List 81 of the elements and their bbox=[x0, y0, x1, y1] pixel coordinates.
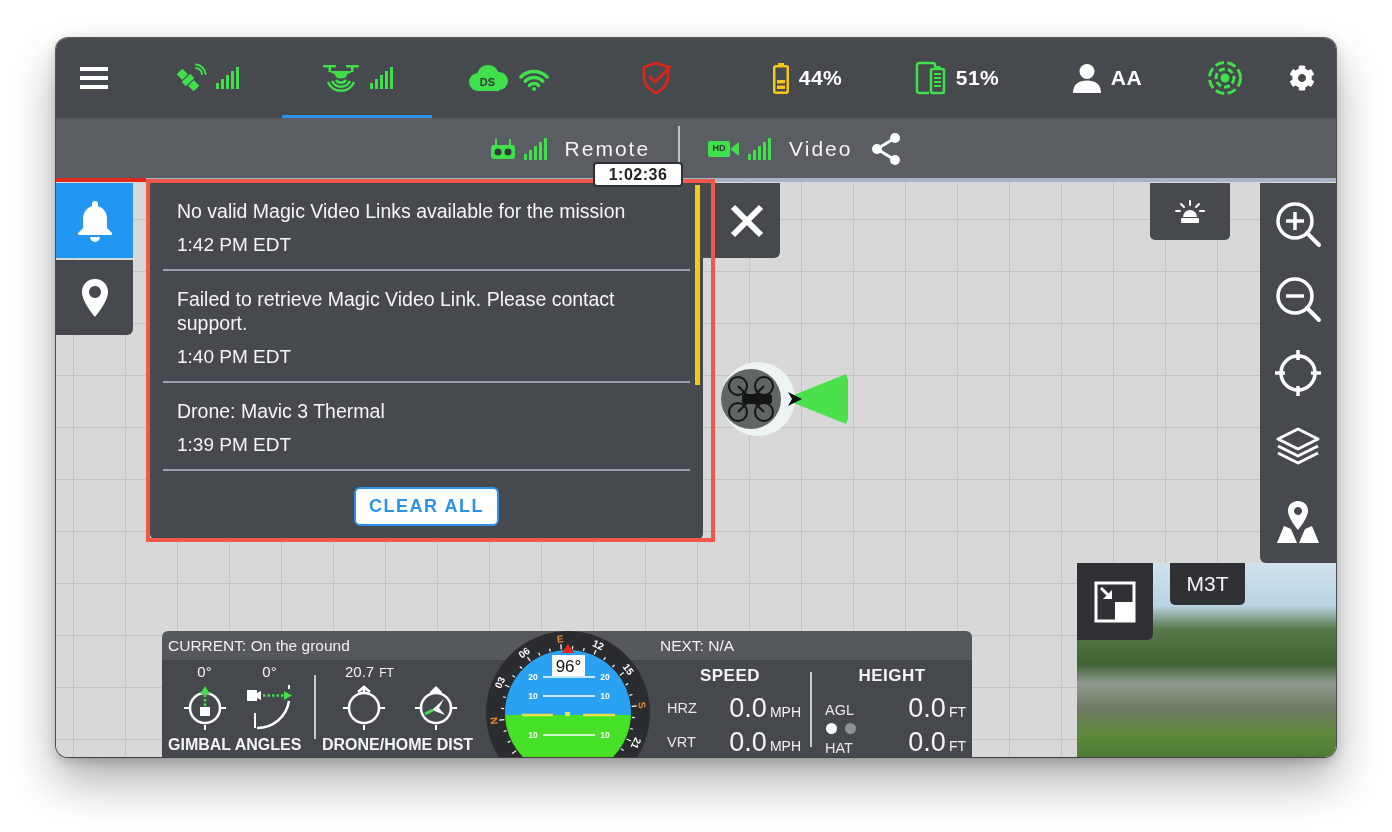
close-button[interactable] bbox=[703, 183, 780, 258]
compass-label: 15 bbox=[620, 661, 636, 677]
compass-label: E bbox=[556, 633, 565, 645]
pitch-label: 20 bbox=[600, 672, 610, 682]
pitch-label: 10 bbox=[600, 730, 610, 740]
map-pin-icon bbox=[79, 276, 110, 319]
compass-label: N bbox=[488, 716, 500, 725]
distance-value: 20.7 bbox=[345, 663, 375, 681]
camera-quality-label: HD bbox=[711, 142, 727, 154]
row-label: VRT bbox=[667, 733, 697, 751]
gimbal-angle-value: 0° bbox=[262, 663, 277, 681]
next-status-text: NEXT: N/A bbox=[660, 636, 735, 655]
notification-time: 1:40 PM EDT bbox=[177, 345, 292, 369]
pitch-label: 20 bbox=[528, 672, 538, 682]
notification-message: No valid Magic Video Links available for the mission bbox=[177, 199, 627, 223]
row-label: HAT bbox=[825, 739, 853, 757]
unit-label: FT bbox=[948, 738, 966, 754]
heading-readout: 96° bbox=[552, 655, 585, 676]
compass-label: 03 bbox=[492, 675, 508, 690]
pitch-dial-icon bbox=[182, 684, 227, 730]
camera-model-label: M3T bbox=[1170, 563, 1245, 605]
unit-label: FT bbox=[948, 704, 966, 720]
pitch-label: 10 bbox=[600, 691, 610, 701]
section-label: DRONE/HOME DIST bbox=[322, 735, 474, 755]
signal-bars-icon bbox=[523, 137, 548, 160]
aircraft-dial-icon bbox=[342, 684, 386, 730]
section-title: HEIGHT bbox=[858, 666, 926, 686]
compass-label: 12 bbox=[591, 637, 606, 653]
menu-icon bbox=[80, 67, 108, 89]
expand-button[interactable] bbox=[1077, 563, 1153, 640]
pitch-label: 10 bbox=[528, 730, 538, 740]
share-button[interactable] bbox=[870, 131, 903, 166]
status-tab[interactable]: 44% bbox=[732, 38, 882, 118]
notification-time: 1:42 PM EDT bbox=[177, 233, 292, 257]
row-label: AGL bbox=[825, 701, 854, 719]
status-tab[interactable]: 51% bbox=[882, 38, 1032, 118]
height-mode-dot[interactable] bbox=[845, 723, 856, 734]
user-silhouette-icon bbox=[1071, 63, 1102, 93]
status-tab[interactable]: DS bbox=[432, 38, 582, 118]
height-value: 0.0 bbox=[908, 693, 946, 723]
link-label: Remote bbox=[564, 136, 651, 161]
height-value: 0.0 bbox=[908, 727, 946, 757]
zoom-in-icon bbox=[1274, 200, 1322, 249]
compass-label: S bbox=[636, 701, 648, 710]
unit-label: MPH bbox=[769, 704, 801, 720]
compass-label: 06 bbox=[516, 645, 532, 661]
signal-bars-icon bbox=[215, 67, 240, 89]
link-label: Video bbox=[789, 136, 853, 161]
section-label: GIMBAL ANGLES bbox=[168, 735, 302, 755]
home-dial-icon bbox=[414, 684, 458, 730]
gimbal-angle-value: 0° bbox=[197, 663, 212, 681]
signal-bars-icon bbox=[369, 67, 394, 89]
scrollbar-thumb[interactable] bbox=[695, 185, 700, 385]
notification-message: Drone: Mavic 3 Thermal bbox=[177, 399, 386, 423]
pitch-label: 10 bbox=[528, 691, 538, 701]
close-icon bbox=[728, 202, 765, 239]
notification-time: 1:39 PM EDT bbox=[177, 433, 292, 457]
status-tab[interactable]: AA bbox=[1032, 38, 1182, 118]
flight-time-label: 1:02:36 bbox=[593, 162, 683, 187]
yaw-arc-icon bbox=[244, 684, 295, 730]
side-tab[interactable] bbox=[56, 260, 133, 335]
folded-map-pin-icon bbox=[1274, 499, 1322, 544]
heading-pointer-icon bbox=[562, 644, 574, 653]
crosshair-icon bbox=[1273, 347, 1323, 398]
share-icon bbox=[870, 131, 903, 166]
unit-label: MPH bbox=[769, 738, 801, 754]
expand-window-icon bbox=[1094, 580, 1136, 623]
compass-label: 21 bbox=[628, 736, 644, 751]
current-status-text: CURRENT: On the ground bbox=[168, 636, 350, 655]
signal-bars-icon bbox=[748, 137, 773, 160]
speed-value: 0.0 bbox=[729, 693, 767, 723]
unit-label: FT bbox=[379, 666, 394, 680]
height-mode-dot[interactable] bbox=[826, 723, 837, 734]
zoom-out-icon bbox=[1274, 274, 1322, 323]
section-title: SPEED bbox=[699, 666, 761, 686]
settings-icon bbox=[1289, 65, 1315, 91]
row-label: HRZ bbox=[667, 699, 697, 717]
beacon-light-icon bbox=[1175, 199, 1205, 224]
speed-value: 0.0 bbox=[729, 727, 767, 757]
notification-message: Failed to retrieve Magic Video Link. Please contact support. bbox=[177, 287, 616, 335]
beacon-button[interactable] bbox=[1150, 183, 1230, 240]
